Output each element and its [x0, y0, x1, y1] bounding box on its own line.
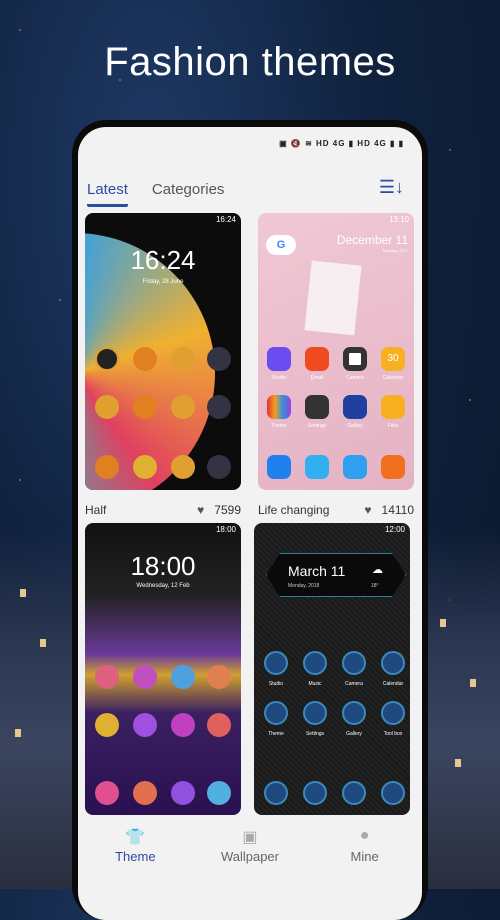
headline: Fashion themes — [104, 40, 396, 84]
like-count: 7599 — [214, 503, 241, 517]
preview-date: December 11 — [336, 233, 408, 247]
bottom-nav: 👕 Theme ▣ Wallpaper ● Mine — [78, 817, 422, 892]
heart-icon[interactable]: ♥ — [197, 503, 204, 517]
tab-bar: Latest Categories — [87, 181, 224, 207]
nav-mine[interactable]: ● Mine — [320, 827, 410, 892]
theme-card-rainbow[interactable]: 18:00 18:00 Wednesday, 12 Feb — [85, 523, 241, 815]
preview-date: March 11 — [288, 563, 346, 579]
preview-temp: 18° — [371, 583, 379, 589]
flower-photo — [304, 260, 362, 336]
preview-date: Wednesday, 12 Feb — [136, 583, 190, 589]
person-icon: ● — [359, 827, 370, 844]
app-screen: ▣ 🔇 ≋ HD 4G ▮ HD 4G ▮ ▮ Latest Categorie… — [78, 127, 422, 920]
preview-status-time: 18:00 — [215, 525, 236, 534]
theme-card-hexagon[interactable]: 12:00 March 11 Monday, 2018 ☁ 18° Studio… — [254, 523, 410, 815]
shirt-icon: 👕 — [125, 829, 146, 846]
theme-card-half[interactable]: 16:24 16:24 Friday, 28 June — [85, 213, 241, 490]
preview-status-time: 13:10 — [388, 215, 409, 224]
nav-wallpaper[interactable]: ▣ Wallpaper — [205, 827, 295, 892]
theme-card-life-changing[interactable]: 13:10 G December 11 Monday, 2017 30 Stud… — [258, 213, 414, 490]
theme-meta: Half ♥ 7599 — [85, 503, 241, 517]
weather-icon: ☁ — [372, 564, 383, 576]
preview-date: Friday, 28 June — [142, 279, 184, 285]
image-icon: ▣ — [242, 829, 258, 846]
theme-name: Life changing — [258, 503, 330, 517]
preview-clock: 16:24 — [130, 245, 196, 275]
sort-icon[interactable]: ☰↓ — [379, 177, 404, 198]
like-count: 14110 — [381, 503, 414, 517]
nav-label: Theme — [115, 849, 156, 864]
status-bar: ▣ 🔇 ≋ HD 4G ▮ HD 4G ▮ ▮ — [279, 139, 404, 148]
tab-latest[interactable]: Latest — [87, 181, 128, 207]
theme-name: Half — [85, 503, 107, 517]
preview-subdate: Monday, 2017 — [382, 248, 408, 253]
preview-status-time: 12:00 — [384, 525, 405, 534]
preview-status-time: 16:24 — [215, 215, 236, 224]
heart-icon[interactable]: ♥ — [364, 503, 371, 517]
tab-categories[interactable]: Categories — [152, 181, 225, 207]
google-icon: G — [266, 235, 296, 255]
preview-clock: 18:00 — [130, 551, 196, 581]
theme-meta: Life changing ♥ 14110 — [258, 503, 414, 517]
nav-theme[interactable]: 👕 Theme — [90, 827, 180, 892]
phone-frame: ▣ 🔇 ≋ HD 4G ▮ HD 4G ▮ ▮ Latest Categorie… — [72, 120, 428, 920]
preview-subdate: Monday, 2018 — [288, 583, 320, 589]
nav-label: Mine — [350, 849, 379, 864]
nav-label: Wallpaper — [220, 849, 279, 864]
